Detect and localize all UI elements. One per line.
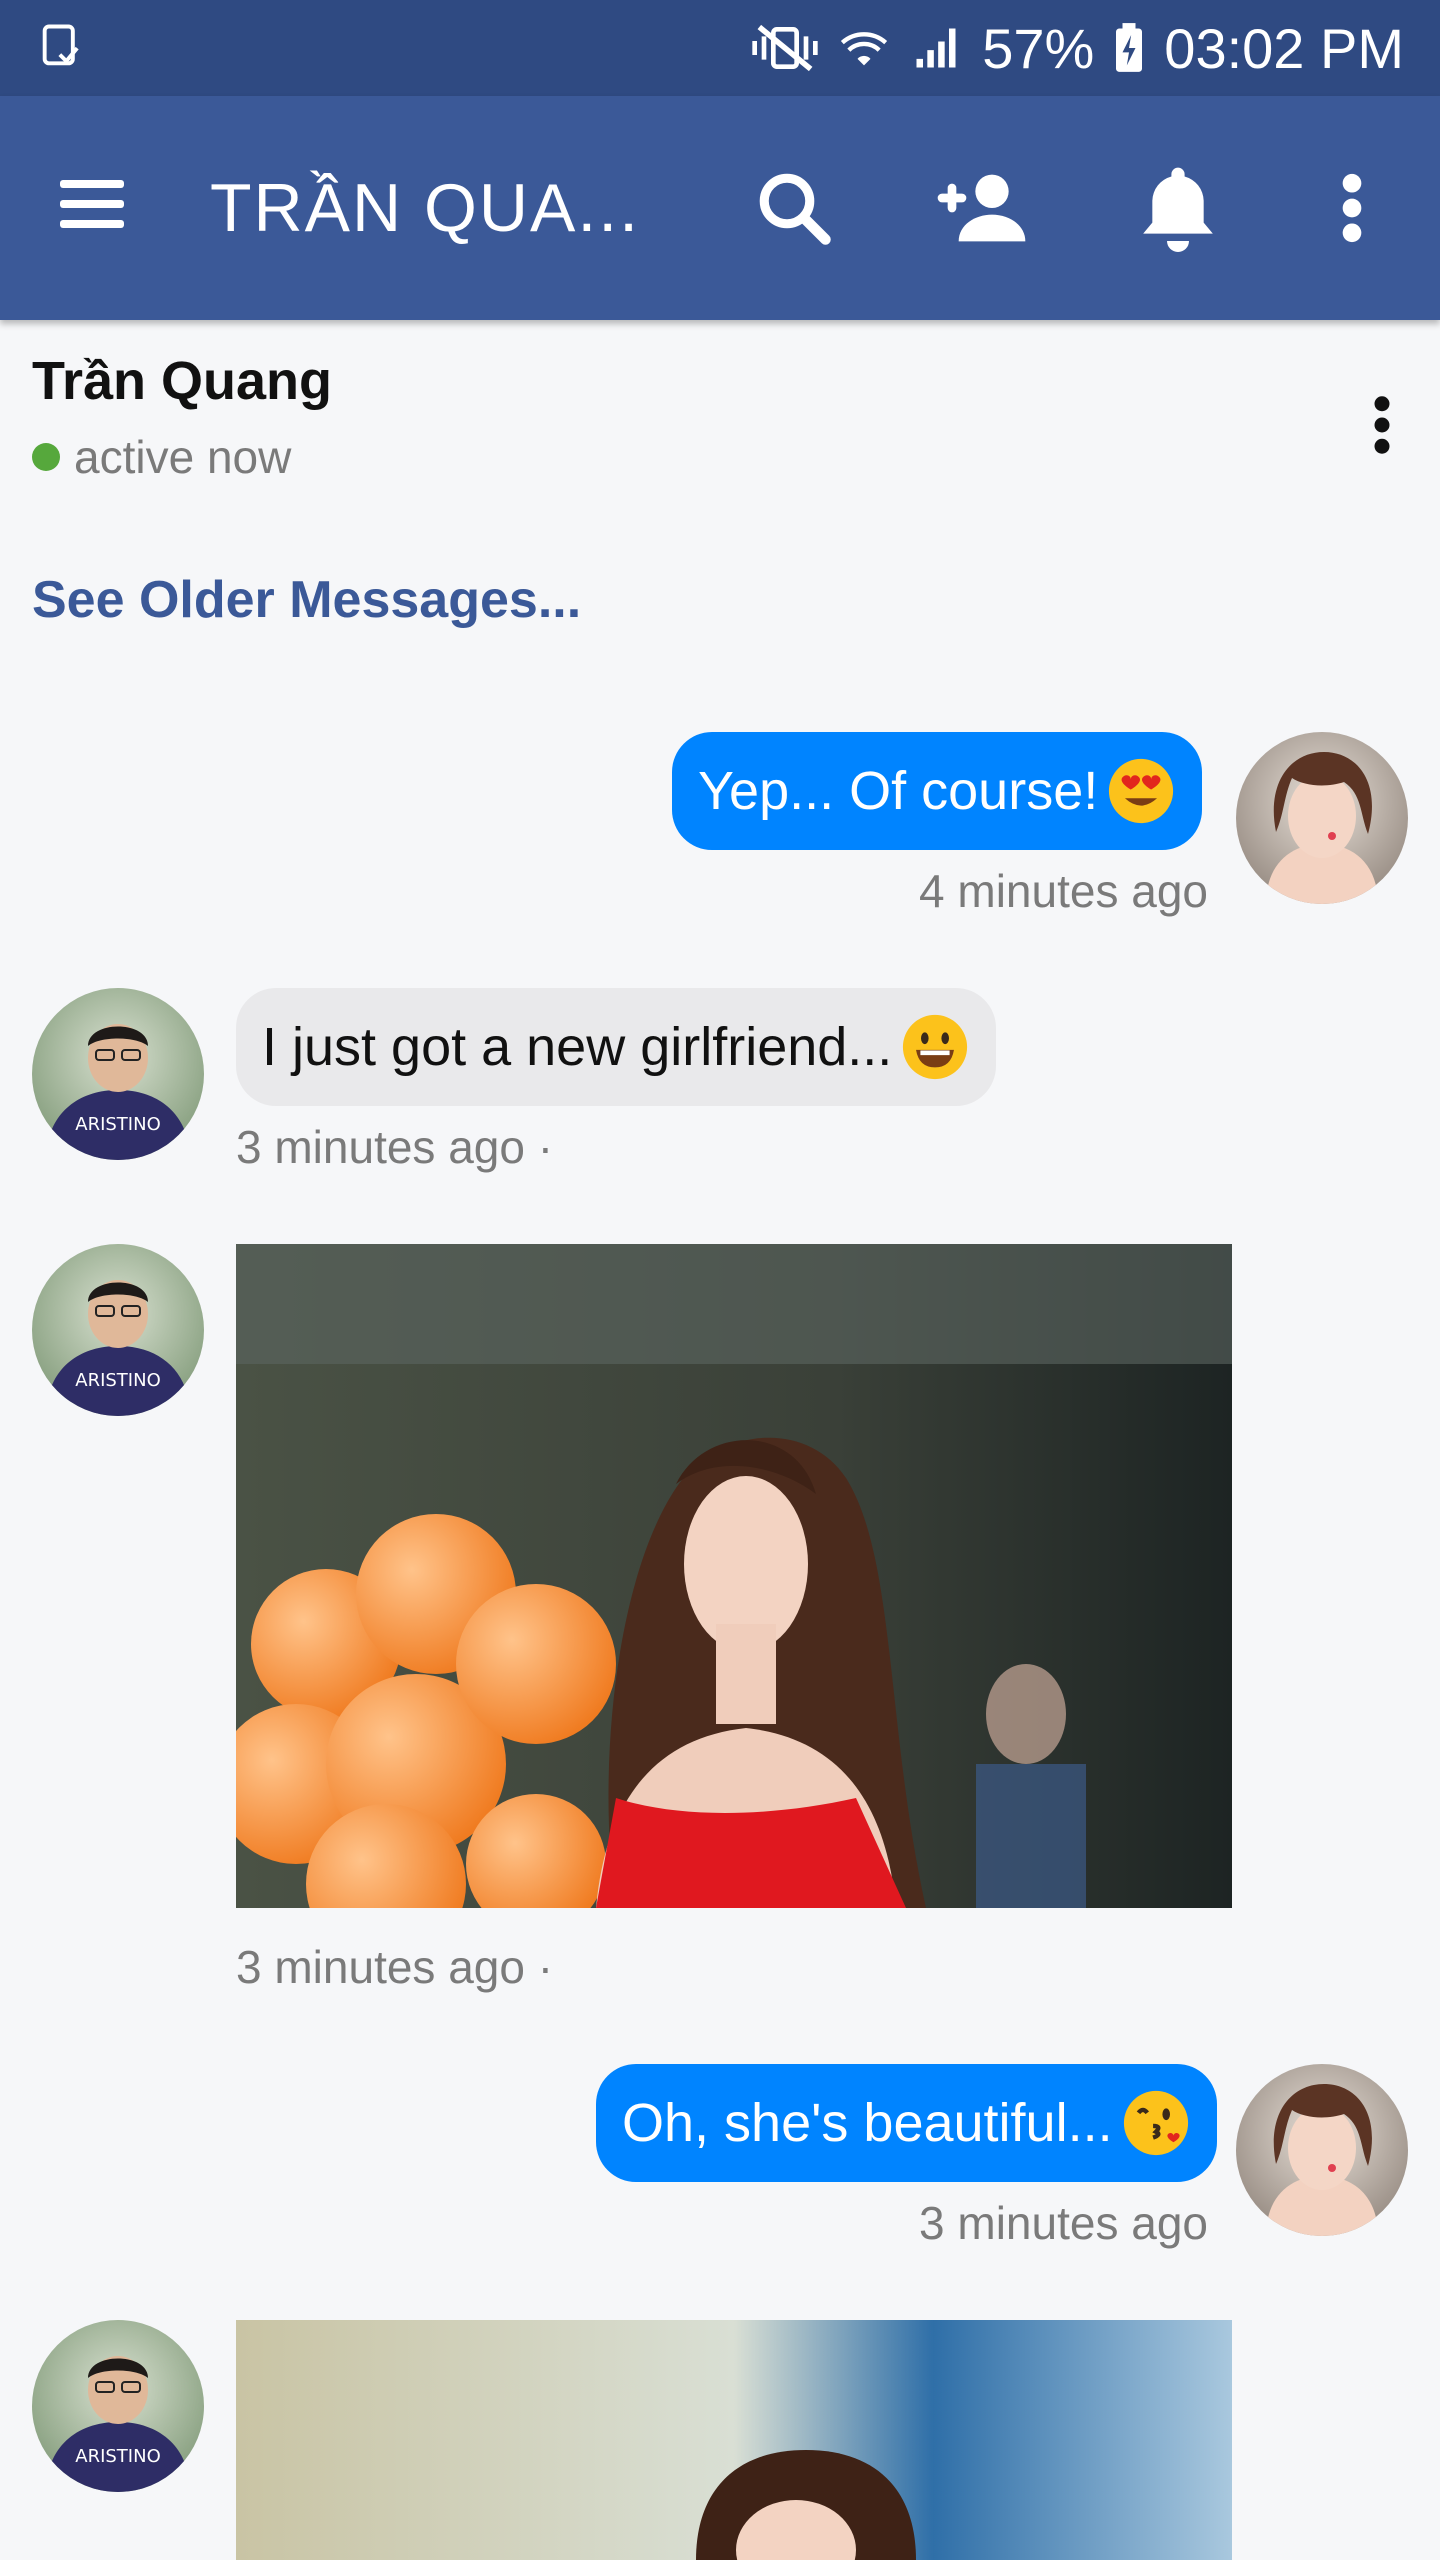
contact-avatar[interactable]: ARISTINO xyxy=(32,1244,204,1416)
user-avatar[interactable] xyxy=(1236,732,1408,904)
vibrate-mute-icon xyxy=(750,22,820,74)
presence-status: active now xyxy=(32,430,291,484)
more-options-button[interactable] xyxy=(1300,156,1404,260)
message-text: Oh, she's beautiful... xyxy=(622,2093,1113,2153)
contact-name: Trần Quang xyxy=(32,351,333,411)
battery-percent: 57% xyxy=(982,16,1095,80)
page-title: TRẦN QUA... xyxy=(210,170,641,246)
user-avatar[interactable] xyxy=(1236,2064,1408,2236)
message-timestamp: 3 minutes ago · xyxy=(236,1941,554,1993)
more-vert-icon xyxy=(1374,396,1390,454)
message-text: I just got a new girlfriend... xyxy=(262,1017,893,1077)
bell-icon xyxy=(1143,167,1213,252)
notifications-button[interactable] xyxy=(1126,156,1230,260)
svg-text:ARISTINO: ARISTINO xyxy=(75,1114,161,1135)
heart-eyes-emoji-icon xyxy=(1109,758,1174,824)
more-vert-icon xyxy=(1342,173,1362,243)
conversation-options-button[interactable] xyxy=(1352,390,1412,460)
status-bar: 57% 03:02 PM xyxy=(0,0,1440,96)
photo-message[interactable] xyxy=(236,2320,1232,2560)
app-bar: TRẦN QUA... xyxy=(0,96,1440,320)
svg-text:ARISTINO: ARISTINO xyxy=(75,2446,161,2467)
outgoing-message[interactable]: Yep... Of course! xyxy=(672,732,1203,850)
conversation-header: Trần Quang active now xyxy=(32,350,1412,500)
friend-requests-button[interactable] xyxy=(930,156,1034,260)
message-timestamp: 3 minutes ago xyxy=(919,2197,1208,2249)
presence-dot-icon xyxy=(32,443,60,471)
incoming-message[interactable]: I just got a new girlfriend... xyxy=(236,988,997,1106)
menu-button[interactable] xyxy=(60,176,132,240)
see-older-messages-link[interactable]: See Older Messages... xyxy=(32,570,581,630)
battery-charging-icon xyxy=(1112,22,1146,74)
message-text: Yep... Of course! xyxy=(698,761,1099,821)
search-button[interactable] xyxy=(742,156,846,260)
grinning-emoji-icon xyxy=(903,1014,968,1080)
presence-label: active now xyxy=(74,431,292,483)
menu-icon xyxy=(60,180,124,228)
contact-avatar[interactable]: ARISTINO xyxy=(32,988,204,1160)
outgoing-message[interactable]: Oh, she's beautiful... xyxy=(596,2064,1217,2182)
screenshot-notification-icon xyxy=(36,20,88,77)
contact-avatar[interactable]: ARISTINO xyxy=(32,2320,204,2492)
message-timestamp: 3 minutes ago · xyxy=(236,1121,554,1173)
photo-message[interactable] xyxy=(236,1244,1232,1908)
search-icon xyxy=(759,173,831,245)
clock: 03:02 PM xyxy=(1164,16,1404,80)
add-friend-icon xyxy=(937,174,1026,242)
wifi-icon xyxy=(838,22,890,74)
svg-text:ARISTINO: ARISTINO xyxy=(75,1370,161,1391)
signal-icon xyxy=(908,22,964,74)
message-timestamp: 4 minutes ago xyxy=(919,865,1208,917)
kissing-heart-emoji-icon xyxy=(1123,2090,1188,2156)
